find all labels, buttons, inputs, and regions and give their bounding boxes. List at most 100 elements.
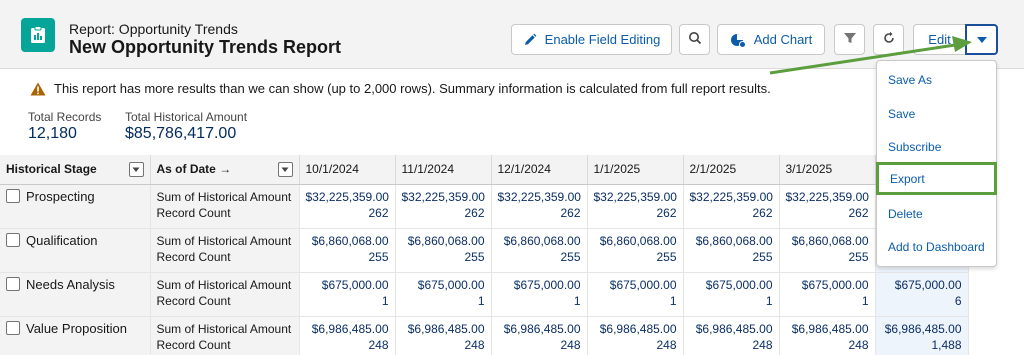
row-checkbox[interactable] <box>6 232 20 247</box>
count-value: 255 <box>656 249 677 264</box>
count-value: 262 <box>656 205 677 220</box>
column-header-date[interactable]: As of Date → <box>150 155 300 185</box>
menu-item-add-to-dashboard[interactable]: Add to Dashboard <box>877 230 998 263</box>
menu-item-delete[interactable]: Delete <box>877 197 998 230</box>
value-cell: $6,986,485.00 248 <box>779 316 876 355</box>
refresh-button[interactable] <box>873 24 904 55</box>
amount-value: $6,986,485.00 <box>695 321 773 336</box>
arrow-right-icon: → <box>219 162 232 177</box>
add-chart-button[interactable]: Add Chart <box>717 24 825 55</box>
report-header: Report: Opportunity Trends New Opportuni… <box>0 0 1024 69</box>
total-amount-value: $85,786,417.00 <box>125 125 237 142</box>
value-cell: $32,225,359.00 262 <box>299 184 396 229</box>
date-column-header: 2/1/2025 <box>683 155 780 185</box>
menu-item-save-as[interactable]: Save As <box>877 63 998 96</box>
value-cell: $675,000.00 1 <box>683 272 780 317</box>
value-cell: $6,986,485.00 248 <box>299 316 396 355</box>
page-title: New Opportunity Trends Report <box>69 37 342 57</box>
edit-button[interactable]: Edit <box>913 24 965 55</box>
count-value: 248 <box>752 337 773 352</box>
amount-value: $32,225,359.00 <box>497 189 581 204</box>
menu-item-export[interactable]: Export <box>876 162 997 195</box>
count-value: 1,488 <box>931 337 962 352</box>
amount-value: $675,000.00 <box>801 277 869 292</box>
column-menu-button[interactable] <box>128 162 144 177</box>
search-button[interactable] <box>679 24 710 55</box>
add-chart-label: Add Chart <box>753 32 813 47</box>
date-column-header: 1/1/2025 <box>587 155 684 185</box>
value-cell-partial: $675,000.00 6 <box>875 272 969 317</box>
stage-label: Prospecting <box>26 188 95 204</box>
value-cell: $6,860,068.00 255 <box>779 228 876 273</box>
amount-value: $6,986,485.00 <box>311 321 389 336</box>
column-menu-button[interactable] <box>277 162 293 177</box>
enable-field-editing-button[interactable]: Enable Field Editing <box>511 24 672 55</box>
row-checkbox[interactable] <box>6 320 20 335</box>
table-row: Needs Analysis Sum of Historical Amount Re… <box>0 272 969 317</box>
pencil-icon <box>523 33 537 47</box>
value-cell: $32,225,359.00 262 <box>491 184 588 229</box>
measure-cell: Sum of Historical Amount Record Count <box>150 184 300 229</box>
count-value: 248 <box>656 337 677 352</box>
measure-count-label: Record Count <box>156 249 231 264</box>
value-cell: $6,986,485.00 248 <box>491 316 588 355</box>
count-value: 262 <box>560 205 581 220</box>
measure-amount-label: Sum of Historical Amount <box>156 189 292 204</box>
menu-item-save[interactable]: Save <box>877 97 998 130</box>
value-cell: $675,000.00 1 <box>491 272 588 317</box>
amount-value: $32,225,359.00 <box>593 189 677 204</box>
amount-value: $32,225,359.00 <box>785 189 869 204</box>
filter-button[interactable] <box>834 24 865 55</box>
amount-value: $675,000.00 <box>417 277 485 292</box>
amount-value: $675,000.00 <box>513 277 581 292</box>
edit-label: Edit <box>928 32 951 47</box>
measure-cell: Sum of Historical Amount Record Count <box>150 228 300 273</box>
row-checkbox[interactable] <box>6 276 20 291</box>
stage-label: Qualification <box>26 232 98 248</box>
amount-value: $675,000.00 <box>609 277 677 292</box>
count-value: 6 <box>954 293 962 308</box>
column-header-stage-label: Historical Stage <box>6 162 97 177</box>
count-value: 1 <box>381 293 389 308</box>
chevron-down-icon <box>132 167 140 172</box>
column-header-stage[interactable]: Historical Stage <box>0 155 151 185</box>
amount-value: $675,000.00 <box>705 277 773 292</box>
table-row: Prospecting Sum of Historical Amount Recor… <box>0 184 969 229</box>
filter-icon <box>843 31 857 48</box>
warning-text: This report has more results than we can… <box>54 81 771 96</box>
stage-cell: Value Proposition <box>0 316 151 355</box>
count-value: 262 <box>848 205 869 220</box>
amount-value: $6,860,068.00 <box>311 233 389 248</box>
value-cell: $6,860,068.00 255 <box>299 228 396 273</box>
table-header-row: Historical Stage As of Date → 10/1/2024 … <box>0 155 969 185</box>
stage-cell: Needs Analysis <box>0 272 151 317</box>
date-column-header: 12/1/2024 <box>491 155 588 185</box>
amount-value: $32,225,359.00 <box>401 189 485 204</box>
menu-item-subscribe[interactable]: Subscribe <box>877 130 998 163</box>
warning-icon <box>30 82 46 95</box>
count-value: 255 <box>368 249 389 264</box>
amount-value: $6,986,485.00 <box>407 321 485 336</box>
row-checkbox[interactable] <box>6 188 20 203</box>
value-cell: $6,860,068.00 255 <box>491 228 588 273</box>
report-type-label: Report: Opportunity Trends <box>69 21 238 37</box>
column-header-date-label: As of Date <box>156 162 216 177</box>
table-row: Value Proposition Sum of Historical Amoun… <box>0 316 969 355</box>
amount-value: $6,860,068.00 <box>791 233 869 248</box>
date-column-header: 11/1/2024 <box>395 155 492 185</box>
count-value: 1 <box>573 293 581 308</box>
value-cell: $675,000.00 1 <box>587 272 684 317</box>
chevron-down-icon <box>976 32 988 47</box>
amount-value: $6,986,485.00 <box>884 321 962 336</box>
chart-icon <box>730 32 746 48</box>
date-column-header: 10/1/2024 <box>299 155 396 185</box>
report-table: Historical Stage As of Date → 10/1/2024 … <box>0 155 969 355</box>
count-value: 1 <box>477 293 485 308</box>
count-value: 262 <box>368 205 389 220</box>
measure-cell: Sum of Historical Amount Record Count <box>150 272 300 317</box>
more-actions-button[interactable] <box>965 24 998 55</box>
count-value: 1 <box>765 293 773 308</box>
measure-count-label: Record Count <box>156 293 231 308</box>
warning-banner: This report has more results than we can… <box>30 81 771 96</box>
value-cell: $32,225,359.00 262 <box>683 184 780 229</box>
